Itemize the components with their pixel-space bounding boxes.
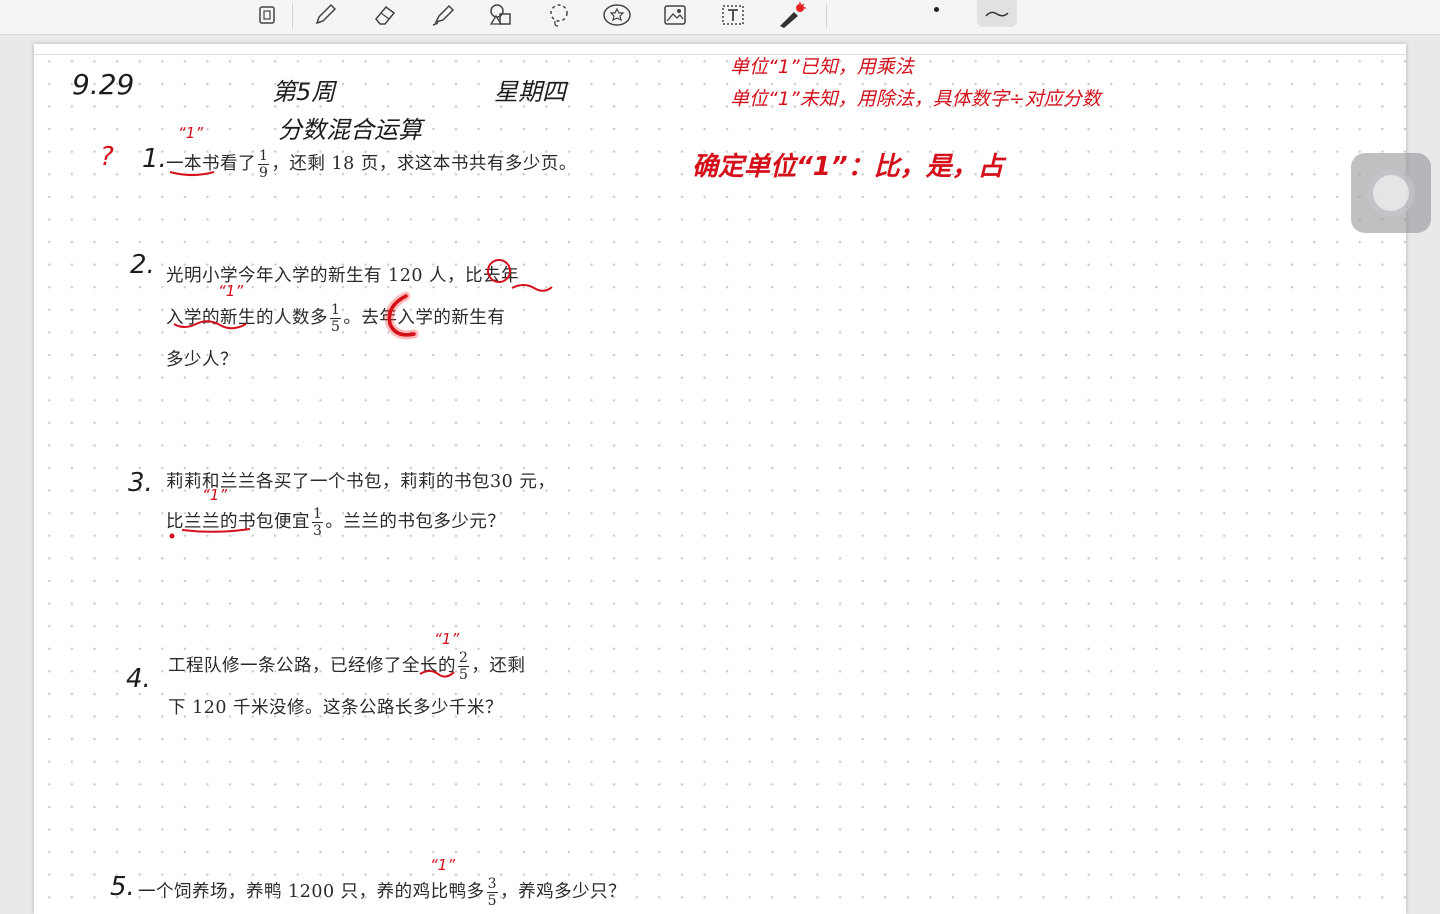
- question-number: 3.: [128, 468, 153, 498]
- text-box-icon[interactable]: [716, 0, 750, 30]
- question-number: 4.: [126, 664, 151, 694]
- sticker-icon[interactable]: [600, 0, 634, 30]
- fraction-numerator: 3: [486, 876, 499, 893]
- question-text: 比兰兰的书包便宜: [166, 512, 310, 532]
- fraction-denominator: 5: [331, 319, 341, 335]
- lasso-icon[interactable]: [542, 0, 576, 30]
- image-icon[interactable]: [658, 0, 692, 30]
- question-text: ，还剩: [471, 656, 526, 676]
- question-2-line-1: 光明小学今年入学的新生有 120 人，比去年: [166, 266, 520, 286]
- stroke-size-icon[interactable]: [934, 7, 939, 12]
- fraction-denominator: 3: [313, 523, 323, 539]
- lasso-select-icon[interactable]: [250, 0, 284, 30]
- shapes-icon[interactable]: [484, 0, 518, 30]
- key-point-note: 确定单位“1”：比，是，占: [692, 152, 1004, 182]
- pen-icon[interactable]: [308, 0, 342, 30]
- toolbar: [0, 0, 1440, 35]
- fraction-numerator: 2: [458, 650, 470, 667]
- notebook-page[interactable]: 9.29 第5周 星期四 分数混合运算 单位“1”已知，用乘法 单位“1”未知，…: [34, 44, 1406, 914]
- question-text: ，还剩 18 页，求这本书共有多少页。: [271, 154, 577, 174]
- fraction-numerator: 1: [312, 506, 324, 523]
- question-5-line-1: 一个饲养场，养鸭 1200 只，养的鸡比鸭多 3 5 ，养鸡多少只？: [138, 876, 626, 909]
- toolbar-divider: [292, 4, 293, 28]
- question-3-line-1: 莉莉和兰兰各买了一个书包，莉莉的书包30 元，: [166, 472, 556, 492]
- note-line-1: 单位“1”已知，用乘法: [730, 56, 914, 78]
- floating-assistive-button[interactable]: [1351, 153, 1431, 233]
- question-number: 1.: [142, 144, 167, 174]
- question-2-line-2: 入学的新生的人数多 1 5 。去年入学的新生有: [166, 302, 505, 335]
- unit-one-mark: “1”: [178, 124, 204, 142]
- laser-pointer-icon[interactable]: [774, 0, 808, 30]
- question-text: 入学的新生的人数多: [166, 308, 328, 328]
- note-line-2: 单位“1”未知，用除法，具体数字÷对应分数: [730, 88, 1101, 110]
- question-text: ，养鸡多少只？: [500, 882, 627, 902]
- question-4-line-1: 工程队修一条公路，已经修了全长的 2 5 ，还剩: [168, 650, 525, 683]
- question-2-line-3: 多少人？: [166, 350, 238, 370]
- floating-button-inner: [1373, 175, 1409, 211]
- fraction-denominator: 5: [459, 667, 469, 683]
- question-text: 工程队修一条公路，已经修了全长的: [168, 656, 456, 676]
- question-text: 一个饲养场，养鸭 1200 只，养的鸡比鸭多: [138, 882, 485, 902]
- unit-one-mark: “1”: [430, 856, 456, 874]
- fraction-numerator: 1: [258, 148, 270, 165]
- question-4-line-2: 下 120 千米没修。这条公路长多少千米？: [168, 698, 504, 718]
- fraction: 13: [312, 506, 324, 539]
- question-text: 。去年入学的新生有: [343, 308, 506, 328]
- toolbar-divider: [826, 4, 827, 28]
- unit-one-mark: “1”: [434, 630, 460, 648]
- week-label: 第5周: [272, 78, 336, 106]
- question-mark-note: ?: [100, 142, 114, 172]
- question-number: 2.: [130, 250, 155, 280]
- fraction: 35: [486, 876, 499, 909]
- date-label: 9.29: [72, 68, 135, 101]
- page-top-rule: [34, 54, 1406, 55]
- question-text: 。兰兰的书包多少元？: [325, 512, 506, 532]
- stroke-style-icon[interactable]: [977, 0, 1017, 27]
- question-1-line-1: 一本书看了 1 9 ，还剩 18 页，求这本书共有多少页。: [166, 148, 577, 181]
- topic-title: 分数混合运算: [278, 116, 422, 144]
- fraction: 15: [330, 302, 342, 335]
- weekday-label: 星期四: [494, 78, 566, 106]
- fraction: 19: [258, 148, 270, 181]
- question-text: 一本书看了: [166, 154, 256, 174]
- question-3-line-2: 比兰兰的书包便宜 1 3 。兰兰的书包多少元？: [166, 506, 505, 539]
- fraction-numerator: 1: [330, 302, 342, 319]
- highlighter-icon[interactable]: [426, 0, 460, 30]
- eraser-icon[interactable]: [368, 0, 402, 30]
- fraction-denominator: 5: [487, 893, 498, 909]
- fraction-denominator: 9: [259, 165, 269, 181]
- fraction: 25: [458, 650, 470, 683]
- question-number: 5.: [110, 872, 135, 902]
